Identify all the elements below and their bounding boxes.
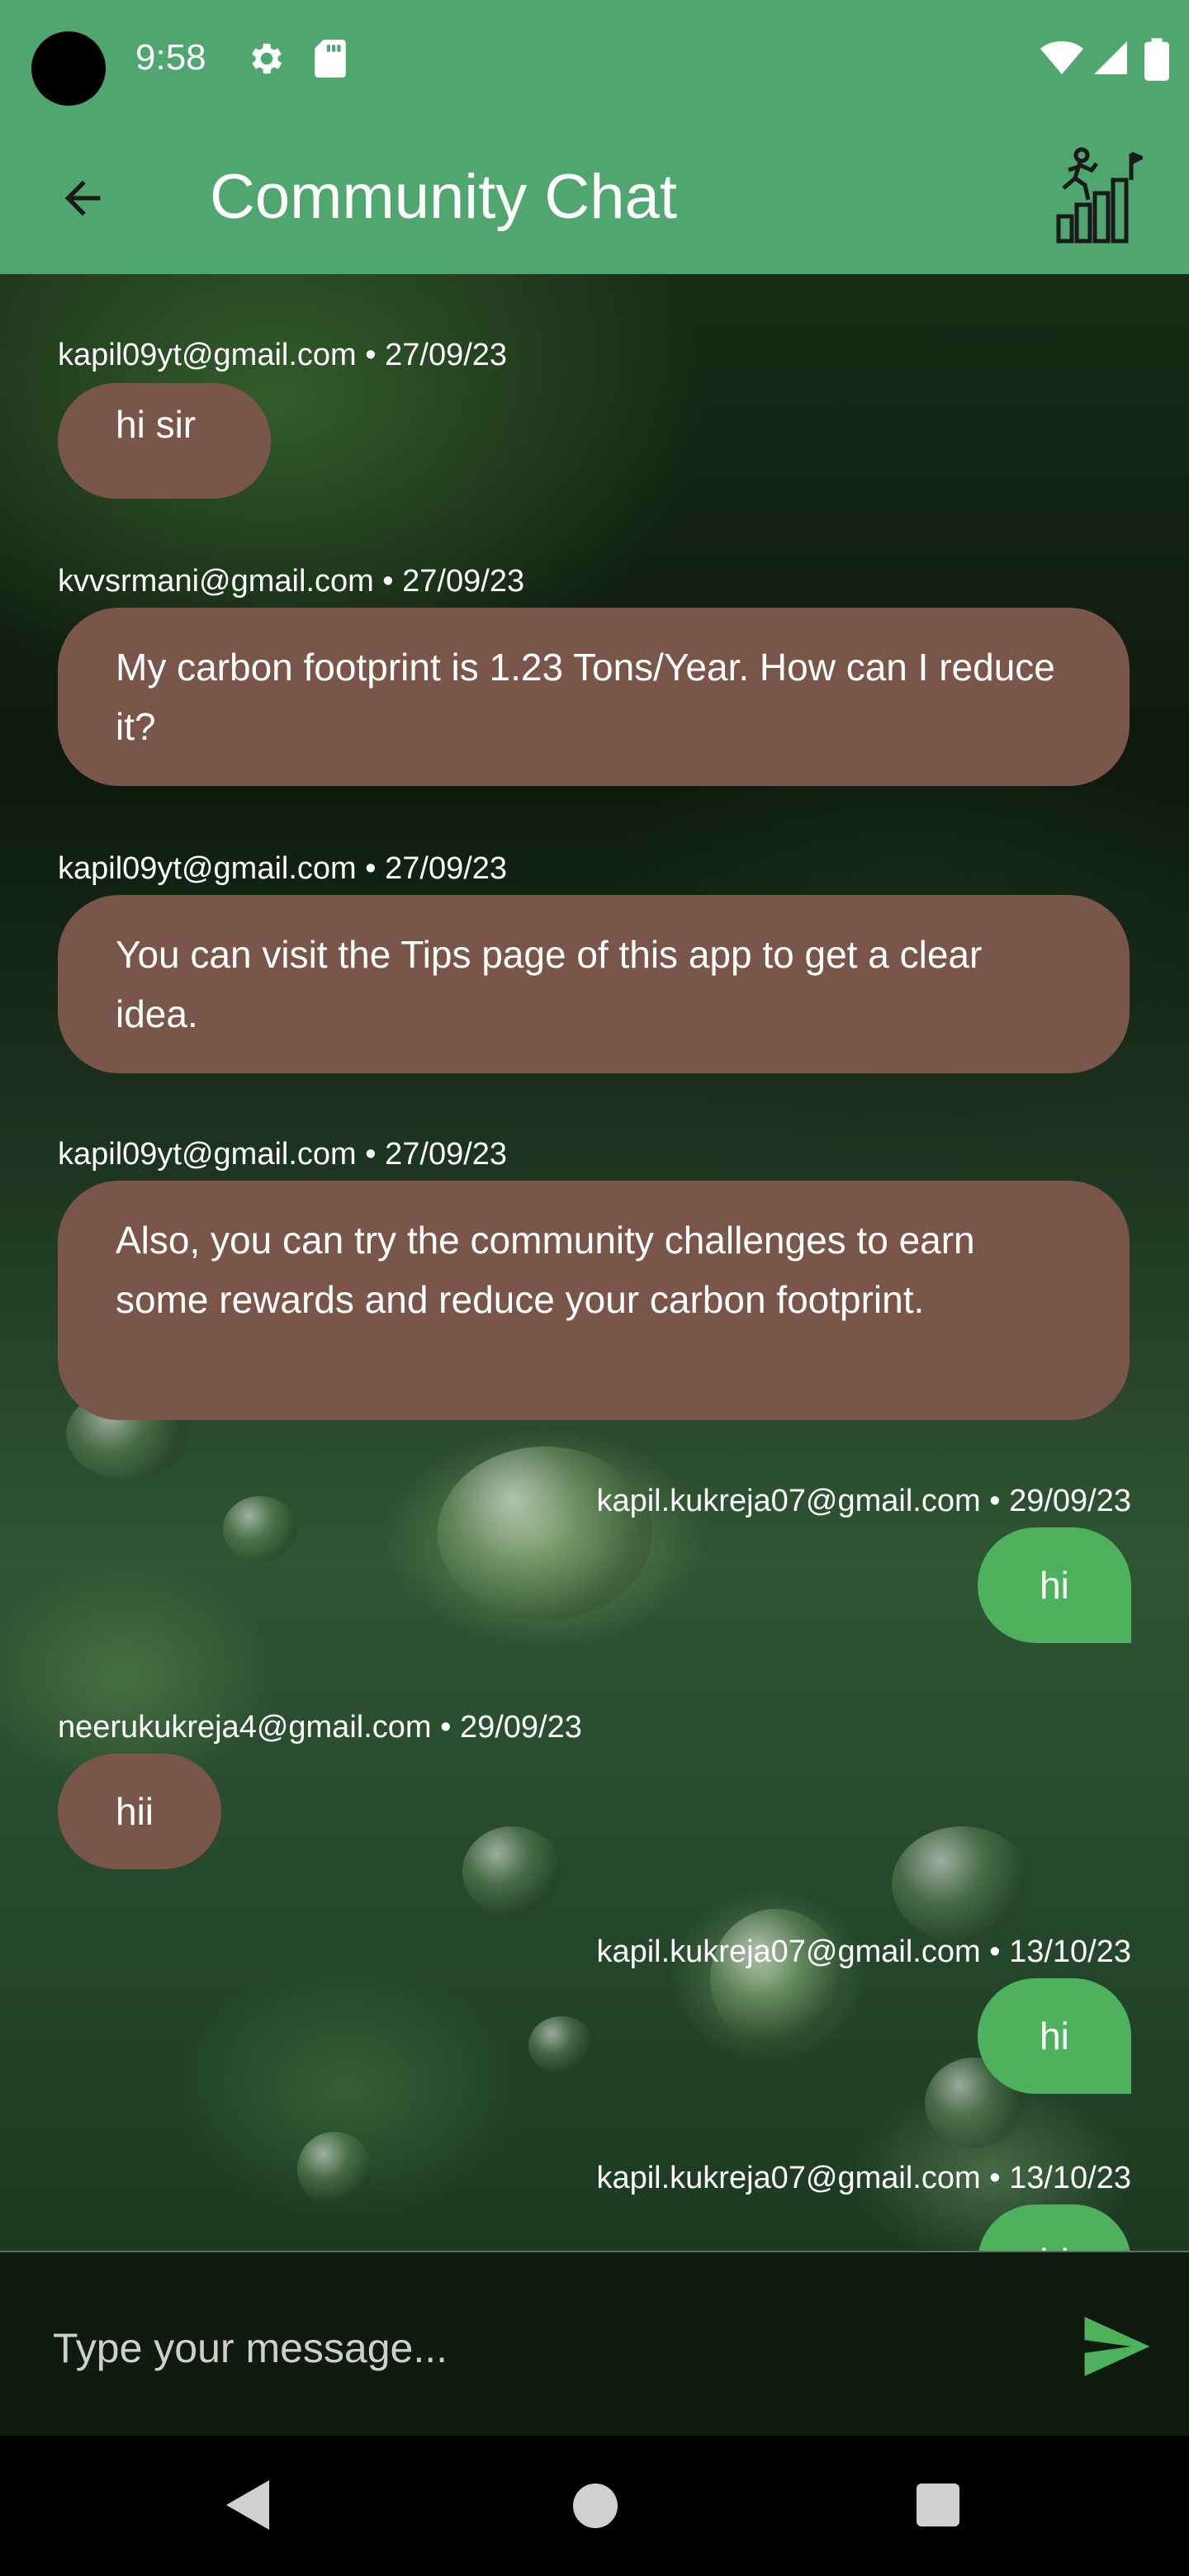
message-bubble[interactable]: hi (978, 1527, 1131, 1643)
screen: 9:58 Community Chat kapil09yt@gmail.com … (0, 0, 1189, 2576)
message-bubble[interactable]: hi (978, 1978, 1131, 2094)
challenges-button[interactable] (1052, 145, 1147, 244)
back-button[interactable] (50, 165, 116, 231)
message-sender-meta: neerukukreja4@gmail.com • 29/09/23 (58, 1710, 582, 1745)
chat-messages-area[interactable]: kapil09yt@gmail.com • 27/09/23 hi sir kv… (0, 274, 1189, 2251)
wifi-icon (1040, 41, 1083, 74)
arrow-left-icon (64, 180, 101, 216)
home-circle-icon[interactable] (573, 2484, 618, 2528)
message-composer (0, 2251, 1189, 2437)
message-sender-meta: kapil.kukreja07@gmail.com • 13/10/23 (596, 1934, 1131, 1969)
app-bar: Community Chat (0, 116, 1189, 274)
message-sender-meta: kapil09yt@gmail.com • 27/09/23 (58, 338, 508, 372)
message-bubble[interactable]: You can visit the Tips page of this app … (58, 895, 1130, 1073)
message-bubble[interactable]: hii (58, 1754, 221, 1869)
camera-cutout (31, 31, 106, 106)
background-droplet (528, 2016, 594, 2074)
status-time: 9:58 (135, 37, 206, 78)
background-droplet (223, 1496, 297, 1562)
climbing-stairs-icon (1056, 147, 1147, 244)
message-bubble[interactable]: My carbon footprint is 1.23 Tons/Year. H… (58, 608, 1130, 786)
background-droplet (462, 1826, 561, 1917)
message-input[interactable] (51, 2310, 1029, 2386)
message-sender-meta: kvvsrmani@gmail.com • 27/09/23 (58, 564, 525, 599)
message-bubble[interactable]: hi (978, 2204, 1131, 2251)
signal-icon (1094, 41, 1127, 74)
message-sender-meta: kapil.kukreja07@gmail.com • 29/09/23 (596, 1484, 1131, 1518)
gear-icon (252, 43, 282, 74)
battery-icon (1144, 38, 1169, 81)
system-navigation-bar (0, 2436, 1189, 2576)
back-triangle-icon[interactable] (223, 2477, 272, 2533)
background-droplet (710, 1909, 842, 2049)
send-icon (1084, 2317, 1150, 2376)
message-bubble[interactable]: hi sir (58, 383, 271, 499)
message-sender-meta: kapil09yt@gmail.com • 27/09/23 (58, 1137, 508, 1172)
send-button[interactable] (1082, 2317, 1153, 2376)
message-sender-meta: kapil09yt@gmail.com • 27/09/23 (58, 851, 508, 886)
message-sender-meta: kapil.kukreja07@gmail.com • 13/10/23 (596, 2161, 1131, 2195)
recents-square-icon[interactable] (917, 2484, 959, 2526)
background-droplet (892, 1826, 1032, 1942)
message-bubble[interactable]: Also, you can try the community challeng… (58, 1181, 1130, 1420)
status-bar: 9:58 (0, 0, 1189, 116)
background-droplet (438, 1447, 652, 1620)
sdcard-icon (315, 40, 346, 78)
background-droplet (297, 2132, 372, 2206)
page-title: Community Chat (210, 162, 677, 232)
